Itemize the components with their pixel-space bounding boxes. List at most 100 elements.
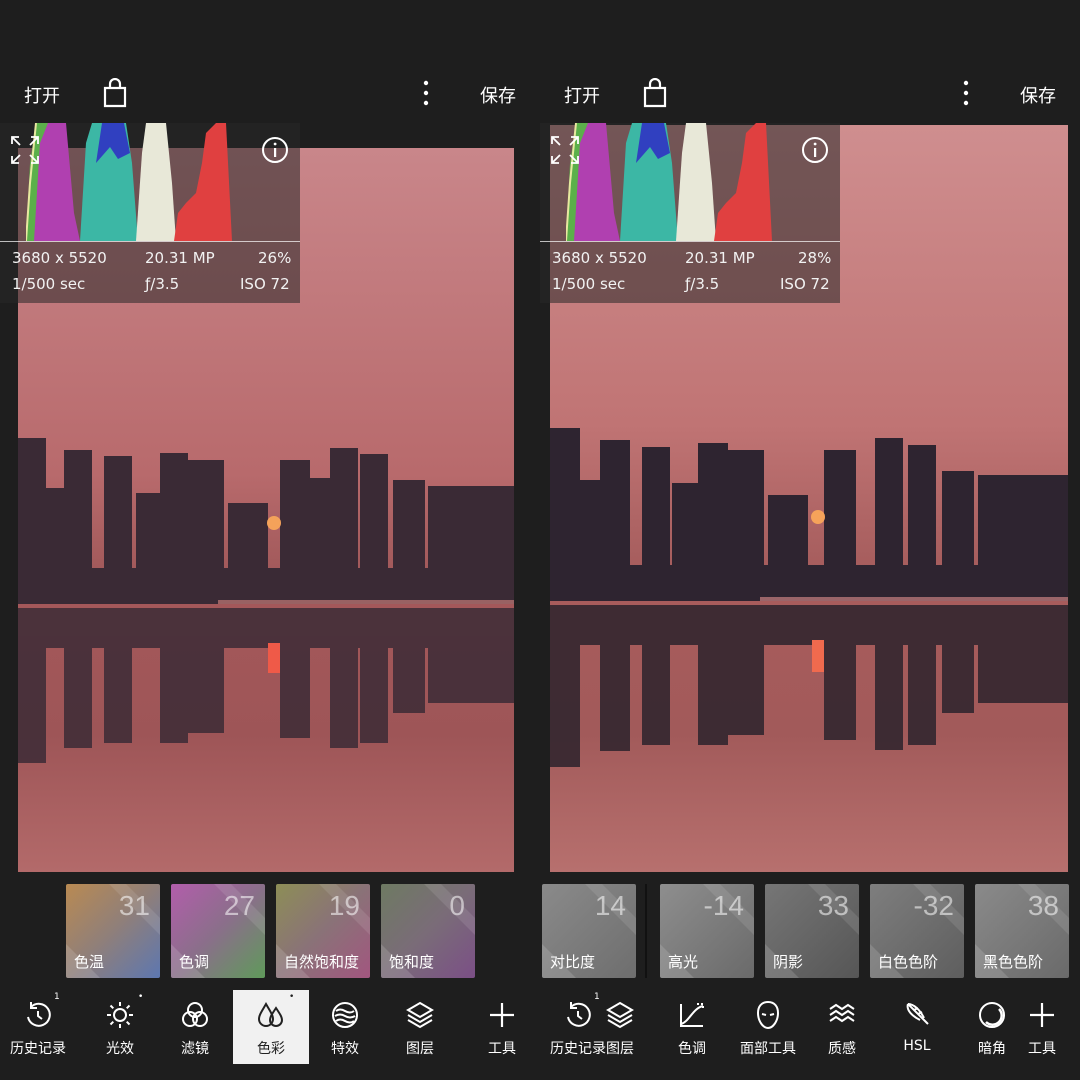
feather-icon [906,1003,929,1025]
aperture-text: ƒ/3.5 [145,275,180,293]
tool-tools[interactable]: 工具 [464,990,540,1064]
shopping-bag-icon[interactable] [102,78,128,108]
plus-icon [1030,1003,1054,1027]
tool-hsl[interactable]: HSL [879,990,955,1064]
image-info-panel: 3680 x 5520 20.31 MP 26% 1/500 sec ƒ/3.5… [0,123,300,303]
tile-value: 14 [594,890,626,921]
tool-label: 光效 [106,1041,134,1057]
tool-label: 图层 [606,1041,634,1057]
tile-separator [645,884,647,978]
tool-tone-curve[interactable]: 色调 [654,990,730,1064]
tile-value: -14 [703,890,744,921]
tile-label: 色调 [179,953,210,971]
tool-history[interactable]: 1 历史记录 [0,990,76,1064]
expand-icon[interactable] [550,135,580,165]
face-icon [756,1000,780,1030]
resolution-text: 3680 x 5520 [552,249,647,267]
tool-light[interactable]: • 光效 [82,990,158,1064]
curves-icon [680,1003,704,1027]
history-icon [27,1002,51,1027]
color-badge: • [289,992,295,1002]
tool-label: 面部工具 [740,1041,796,1057]
shopping-bag-icon[interactable] [642,78,668,108]
color-drops-icon [257,1001,284,1027]
tile-highlights[interactable]: -14 高光 [660,884,754,978]
megapixels-text: 20.31 MP [685,249,755,267]
tile-value: 19 [328,890,360,921]
right-editor-pane: 3680 x 5520 20.31 MP 28% 1/500 sec ƒ/3.5… [540,0,1080,1080]
tile-value: 38 [1027,890,1059,921]
more-vertical-icon[interactable] [954,78,978,108]
aperture-text: ƒ/3.5 [685,275,720,293]
tool-label: 质感 [828,1041,856,1057]
filter-circles-icon [182,1002,208,1027]
tool-layers[interactable]: 图层 [590,990,650,1064]
tile-value: 31 [118,890,150,921]
tool-label: 特效 [331,1041,359,1057]
adjustment-tiles: 31 色温 27 色调 19 自然饱和度 0 饱和度 [0,884,540,978]
iso-text: ISO 72 [240,275,290,293]
history-icon [567,1002,591,1027]
histogram-divider [0,241,300,242]
tool-layers[interactable]: 图层 [382,990,458,1064]
tile-shadows[interactable]: 33 阴影 [765,884,859,978]
adjustment-tiles: 14 对比度 -14 高光 33 阴影 -32 白色色阶 38 黑色色阶 [540,884,1080,978]
tool-face[interactable]: 面部工具 [730,990,806,1064]
layers-icon [606,1001,634,1029]
tile-label: 阴影 [773,953,804,971]
tool-label: HSL [903,1038,931,1054]
iso-text: ISO 72 [780,275,830,293]
zoom-text: 28% [798,249,832,267]
resolution-text: 3680 x 5520 [12,249,107,267]
top-bar: 打开 保存 [540,70,1080,118]
tool-filters[interactable]: 滤镜 [157,990,233,1064]
histogram-divider [540,241,840,242]
save-button[interactable]: 保存 [480,82,516,108]
tile-vibrance[interactable]: 19 自然饱和度 [276,884,370,978]
tile-value: -32 [913,890,954,921]
save-button[interactable]: 保存 [1020,82,1056,108]
tile-contrast[interactable]: 14 对比度 [542,884,636,978]
top-bar: 打开 保存 [0,70,540,118]
tool-label: 工具 [1028,1041,1056,1057]
tile-tint[interactable]: 27 色调 [171,884,265,978]
waves-circle-icon [332,1002,358,1028]
tool-color[interactable]: • 色彩 [233,990,309,1064]
tool-label: 工具 [488,1041,516,1057]
open-button[interactable]: 打开 [24,82,60,108]
tool-effects[interactable]: 特效 [307,990,383,1064]
tool-label: 历史记录 [10,1041,66,1057]
tile-value: 0 [449,890,465,921]
tile-value: 27 [223,890,255,921]
open-button[interactable]: 打开 [564,82,600,108]
tile-blacks[interactable]: 38 黑色色阶 [975,884,1069,978]
tile-color-temperature[interactable]: 31 色温 [66,884,160,978]
info-icon[interactable] [800,135,830,165]
zoom-text: 26% [258,249,292,267]
info-icon[interactable] [260,135,290,165]
tile-label: 对比度 [550,953,596,971]
histogram [566,123,772,241]
layers-icon [406,1001,434,1029]
tile-label: 白色色阶 [878,953,939,971]
tile-label: 自然饱和度 [284,953,360,971]
tile-label: 色温 [74,953,105,971]
light-badge: • [138,992,144,1002]
tile-whites[interactable]: -32 白色色阶 [870,884,964,978]
tool-texture[interactable]: 质感 [804,990,880,1064]
shutter-text: 1/500 sec [552,275,626,293]
bottom-toolbar: 1 历史记录 • 光效 滤镜 • 色彩 特效 图层 工具 [0,990,540,1064]
texture-waves-icon [829,1003,855,1023]
tile-saturation[interactable]: 0 饱和度 [381,884,475,978]
tool-label: 色调 [678,1041,706,1057]
tile-label: 高光 [668,953,699,971]
vignette-icon [979,1002,1005,1028]
tool-tools[interactable]: 工具 [1004,990,1080,1064]
shutter-text: 1/500 sec [12,275,86,293]
expand-icon[interactable] [10,135,40,165]
tool-label: 图层 [406,1041,434,1057]
history-count-badge: 1 [54,992,60,1002]
image-info-panel: 3680 x 5520 20.31 MP 28% 1/500 sec ƒ/3.5… [540,123,840,303]
more-vertical-icon[interactable] [414,78,438,108]
plus-icon [490,1003,514,1027]
